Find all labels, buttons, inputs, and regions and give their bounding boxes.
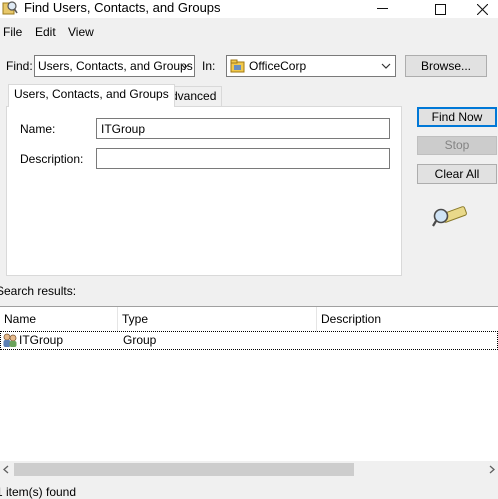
result-type: Group — [123, 333, 157, 347]
in-label: In: — [202, 59, 216, 73]
result-name: ITGroup — [19, 333, 64, 347]
chevron-down-icon — [381, 63, 391, 69]
folder-domain-icon — [230, 59, 245, 73]
tab-users-contacts-groups[interactable]: Users, Contacts, and Groups — [8, 84, 175, 107]
name-label: Name: — [20, 122, 56, 136]
chevron-left-icon[interactable] — [2, 465, 10, 474]
find-type-dropdown[interactable]: Users, Contacts, and Groups — [34, 55, 195, 77]
maximize-icon — [434, 3, 446, 15]
column-header-name[interactable]: Name — [0, 307, 118, 332]
description-field[interactable] — [96, 148, 390, 169]
chevron-down-icon — [180, 63, 190, 69]
minimize-button[interactable] — [362, 0, 402, 18]
menu-view[interactable]: View — [68, 24, 94, 40]
in-location-dropdown[interactable]: OfficeCorp — [226, 55, 396, 77]
find-now-button[interactable]: Find Now — [417, 107, 497, 127]
minimize-icon — [376, 8, 388, 9]
horizontal-scrollbar[interactable] — [0, 461, 498, 478]
column-header-description[interactable]: Description — [317, 307, 498, 332]
menu-edit[interactable]: Edit — [35, 24, 56, 40]
find-type-value: Users, Contacts, and Groups — [38, 59, 193, 73]
find-users-icon — [2, 1, 18, 15]
stop-button[interactable]: Stop — [417, 136, 497, 155]
clear-all-button[interactable]: Clear All — [417, 164, 497, 184]
scrollbar-thumb[interactable] — [14, 463, 354, 476]
table-row[interactable]: ITGroup Group — [0, 331, 498, 350]
search-results-label: Search results: — [0, 284, 77, 298]
chevron-right-icon[interactable] — [488, 465, 496, 474]
menu-file[interactable]: File — [3, 24, 22, 40]
maximize-button[interactable] — [420, 0, 460, 18]
name-field[interactable]: ITGroup — [96, 118, 390, 139]
status-text: 1 item(s) found — [0, 485, 77, 499]
description-label: Description: — [20, 152, 84, 166]
close-icon — [476, 3, 488, 15]
browse-button[interactable]: Browse... — [405, 55, 487, 77]
in-location-value: OfficeCorp — [249, 59, 307, 73]
name-field-value: ITGroup — [101, 122, 146, 136]
magnifier-icon — [432, 206, 467, 227]
column-header-type[interactable]: Type — [118, 307, 317, 332]
close-button[interactable] — [462, 0, 498, 18]
window-title: Find Users, Contacts, and Groups — [24, 0, 221, 15]
find-label: Find: — [6, 59, 33, 73]
group-icon — [3, 333, 17, 347]
